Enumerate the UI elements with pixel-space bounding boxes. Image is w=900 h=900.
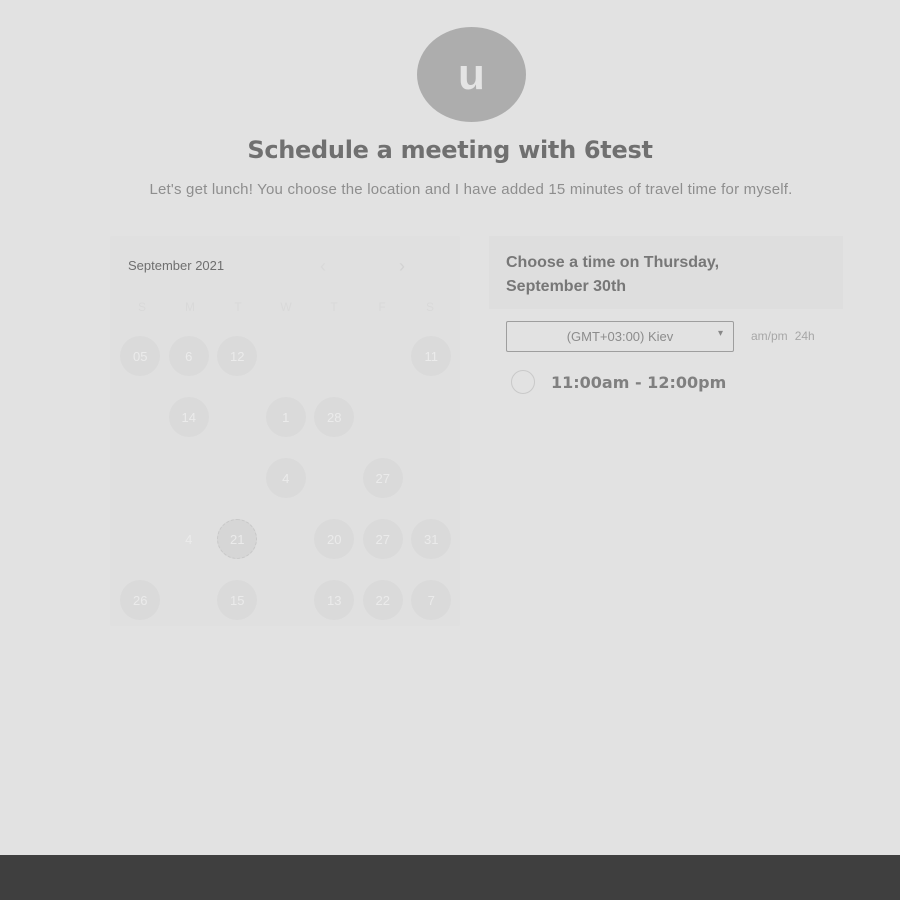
calendar-day[interactable]: 1 [265,397,306,437]
weekday-header: SMTWTFS [118,300,458,314]
calendar-day[interactable]: 26 [120,580,161,620]
calendar-cell: 22 [359,578,408,639]
calendar-month-label: September 2021 [128,258,225,273]
calendar-day[interactable]: 22 [362,580,403,620]
calendar-cell: 13 [310,578,359,639]
calendar-day[interactable]: 20 [314,519,355,559]
calendar-cell [310,456,359,517]
footer-bar [0,855,900,900]
calendar-day: 4 [185,531,193,547]
calendar-cell: 28 [310,395,359,456]
calendar-cell [262,334,311,395]
calendar-cell [213,395,262,456]
calendar-cell: 4 [165,517,214,578]
weekday-label: F [378,300,386,314]
calendar-day[interactable]: 7 [411,580,452,620]
chevron-right-icon[interactable]: › [399,256,405,277]
calendar-cell [359,395,408,456]
time-panel-header: Choose a time on Thursday, September 30t… [489,236,843,309]
calendar-day[interactable]: 6 [168,336,209,376]
meeting-description: Let's get lunch! You choose the location… [149,181,793,198]
calendar-cell: 27 [359,456,408,517]
calendar-day[interactable]: 12 [217,336,258,376]
weekday-label: S [425,300,434,314]
calendar-cell [407,456,456,517]
calendar-cell [165,456,214,517]
calendar-cell: 14 [165,395,214,456]
calendar-cell [116,517,165,578]
calendar: September 2021 ‹ › SMTWTFS 05 6 12 11 14 1 28 4… [110,236,460,626]
calendar-cell: 4 [262,456,311,517]
calendar-grid: 05 6 12 11 14 1 28 4 27 4 21 20 27 31 26 15 13 22 7 [116,334,456,639]
time-slot-label: 11:00am - 12:00pm [551,372,727,392]
weekday-label: M [185,300,195,314]
calendar-day[interactable]: 14 [168,397,209,437]
timezone-value: (GMT+03:00) Kiev [566,329,674,344]
time-panel-title: Choose a time on Thursday, September 30t… [506,254,720,295]
calendar-day[interactable]: 15 [217,580,258,620]
calendar-cell: 27 [359,517,408,578]
calendar-cell: 20 [310,517,359,578]
calendar-day[interactable]: 28 [314,397,355,437]
calendar-cell [407,395,456,456]
time-slot[interactable]: 11:00am - 12:00pm [511,370,726,394]
calendar-day[interactable]: 27 [362,519,403,559]
calendar-day[interactable]: 31 [411,519,452,559]
calendar-cell: 31 [407,517,456,578]
calendar-cell: 21 [213,517,262,578]
time-slot-radio[interactable] [511,370,535,394]
calendar-cell [165,578,214,639]
calendar-cell: 6 [165,334,214,395]
host-avatar: u [417,27,526,122]
weekday-label: S [137,300,146,314]
calendar-day[interactable]: 13 [314,580,355,620]
format-ampm-option[interactable]: am/pm [751,329,788,343]
calendar-cell: 12 [213,334,262,395]
page-title: Schedule a meeting with 6test [247,136,653,164]
calendar-day[interactable]: 4 [265,458,306,498]
calendar-day[interactable]: 05 [120,336,161,376]
chevron-down-icon: ▾ [717,328,723,339]
calendar-cell: 7 [407,578,456,639]
calendar-cell [359,334,408,395]
timezone-select[interactable]: (GMT+03:00) Kiev ▾ [506,321,734,352]
calendar-cell [310,334,359,395]
weekday-label: T [234,300,242,314]
calendar-day[interactable]: 11 [411,336,452,376]
time-format-toggle: am/pm 24h [751,329,815,343]
calendar-cell [116,456,165,517]
calendar-cell [262,517,311,578]
weekday-label: W [280,300,292,314]
calendar-day[interactable]: 27 [362,458,403,498]
calendar-day-selected[interactable]: 21 [217,519,258,559]
format-24h-option[interactable]: 24h [795,329,815,343]
calendar-cell: 1 [262,395,311,456]
calendar-cell [213,456,262,517]
calendar-cell: 05 [116,334,165,395]
weekday-label: T [330,300,338,314]
calendar-cell: 26 [116,578,165,639]
calendar-cell [116,395,165,456]
chevron-left-icon[interactable]: ‹ [320,256,326,277]
calendar-cell: 15 [213,578,262,639]
calendar-cell [262,578,311,639]
calendar-cell: 11 [407,334,456,395]
